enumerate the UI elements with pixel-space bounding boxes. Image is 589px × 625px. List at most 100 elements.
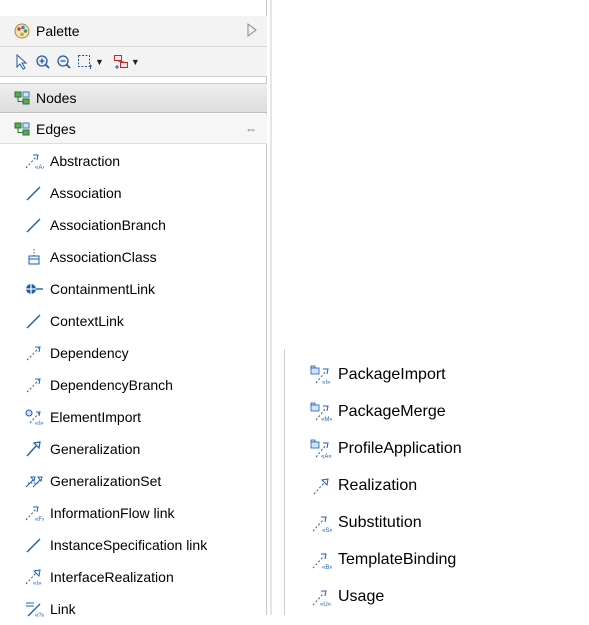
substitution-icon: «S»	[310, 513, 332, 533]
create-element-icon[interactable]	[113, 54, 129, 70]
palette-icon	[14, 23, 30, 39]
tool-label: ProfileApplication	[338, 439, 462, 457]
package-import-icon: «I»	[310, 365, 332, 385]
tool-label: InstanceSpecification link	[50, 537, 208, 553]
tool-label: Usage	[338, 587, 385, 605]
pin-icon[interactable]: ⇔	[245, 122, 257, 136]
tool-label: AssociationBranch	[50, 217, 166, 233]
svg-text:«?»: «?»	[35, 613, 44, 618]
svg-text:«A»: «A»	[321, 454, 332, 459]
palette-tool-containment-link[interactable]: ContainmentLink	[0, 273, 267, 305]
tool-label: TemplateBinding	[338, 550, 457, 568]
palette-tool-abstraction[interactable]: «A» Abstraction	[0, 145, 267, 177]
palette-header[interactable]: Palette	[0, 16, 267, 47]
palette-tool-information-flow-link[interactable]: «F» InformationFlow link	[0, 497, 267, 529]
svg-text:«I»: «I»	[322, 380, 331, 385]
svg-text:«B»: «B»	[322, 565, 332, 570]
tool-label: ContainmentLink	[50, 281, 156, 297]
interface-realization-icon: «I»	[24, 568, 44, 586]
palette-tool-association[interactable]: Association	[0, 177, 267, 209]
palette-tool-link[interactable]: «?» Link	[0, 593, 267, 625]
palette-tool-instance-specification-link[interactable]: InstanceSpecification link	[0, 529, 267, 561]
palette-panel: Palette ▼ ▼ Nodes Edges ⇔ «A Abstraction…	[0, 0, 267, 618]
association-branch-icon	[24, 216, 44, 234]
abstraction-icon: «A»	[24, 152, 44, 170]
chevron-down-icon[interactable]: ▼	[95, 57, 104, 67]
svg-text:«A»: «A»	[35, 165, 44, 170]
palette-tool-profile-application[interactable]: «A» ProfileApplication	[310, 430, 462, 467]
palette-tool-package-merge[interactable]: «M» PackageMerge	[310, 393, 462, 430]
drawer-edges[interactable]: Edges ⇔	[0, 114, 267, 144]
association-class-icon	[24, 248, 44, 266]
package-merge-icon: «M»	[310, 402, 332, 422]
palette-title: Palette	[36, 23, 80, 39]
folder-icon	[14, 90, 30, 106]
containment-link-icon	[24, 280, 44, 298]
drawer-edges-label: Edges	[36, 120, 76, 137]
svg-text:«I»: «I»	[35, 421, 44, 426]
svg-text:«U»: «U»	[320, 602, 332, 607]
template-binding-icon: «B»	[310, 550, 332, 570]
marquee-select-icon[interactable]	[77, 54, 93, 70]
element-import-icon: «I»	[24, 408, 44, 426]
tool-label: Abstraction	[50, 153, 121, 169]
chevron-down-icon[interactable]: ▼	[131, 57, 140, 67]
palette-tool-substitution[interactable]: «S» Substitution	[310, 504, 462, 541]
palette-tool-dependency[interactable]: Dependency	[0, 337, 267, 369]
tool-label: AssociationClass	[50, 249, 157, 265]
link-icon: «?»	[24, 600, 44, 618]
drawer-nodes[interactable]: Nodes	[0, 83, 267, 113]
palette-toolbar: ▼ ▼	[0, 47, 267, 77]
palette-tool-generalization-set[interactable]: GeneralizationSet	[0, 465, 267, 497]
palette-tool-generalization[interactable]: Generalization	[0, 433, 267, 465]
palette-tool-dependency-branch[interactable]: DependencyBranch	[0, 369, 267, 401]
information-flow-icon: «F»	[24, 504, 44, 522]
palette-tool-template-binding[interactable]: «B» TemplateBinding	[310, 541, 462, 578]
tool-label: DependencyBranch	[50, 377, 173, 393]
tool-label: PackageImport	[338, 365, 446, 383]
edge-tool-list: «A» Abstraction Association AssociationB…	[0, 145, 267, 625]
realization-icon	[310, 476, 332, 496]
dependency-icon	[24, 344, 44, 362]
collapse-triangle-icon[interactable]	[246, 22, 258, 38]
tool-label: Dependency	[50, 345, 129, 361]
zoom-out-icon[interactable]	[56, 54, 72, 70]
svg-text:«F»: «F»	[35, 517, 44, 522]
svg-text:«M»: «M»	[321, 417, 332, 422]
select-tool-icon[interactable]	[14, 53, 30, 70]
palette-tool-usage[interactable]: «U» Usage	[310, 578, 462, 615]
tool-label: Association	[50, 185, 122, 201]
overflow-separator	[284, 349, 285, 615]
tool-label: Substitution	[338, 513, 422, 531]
instance-specification-icon	[24, 536, 44, 554]
tool-label: ContextLink	[50, 313, 124, 329]
generalization-icon	[24, 440, 44, 458]
folder-icon	[14, 121, 30, 137]
generalization-set-icon	[24, 472, 44, 490]
palette-tool-context-link[interactable]: ContextLink	[0, 305, 267, 337]
palette-tool-element-import[interactable]: «I» ElementImport	[0, 401, 267, 433]
palette-tool-realization[interactable]: Realization	[310, 467, 462, 504]
dependency-branch-icon	[24, 376, 44, 394]
tool-label: GeneralizationSet	[50, 473, 162, 489]
palette-tool-package-import[interactable]: «I» PackageImport	[310, 356, 462, 393]
usage-icon: «U»	[310, 587, 332, 607]
palette-tool-interface-realization[interactable]: «I» InterfaceRealization	[0, 561, 267, 593]
tool-label: ElementImport	[50, 409, 142, 425]
tool-label: InformationFlow link	[50, 505, 175, 521]
profile-application-icon: «A»	[310, 439, 332, 459]
palette-border	[270, 0, 272, 615]
tool-label: InterfaceRealization	[50, 569, 174, 585]
svg-text:«I»: «I»	[33, 581, 42, 586]
zoom-in-icon[interactable]	[35, 54, 51, 70]
svg-text:«S»: «S»	[322, 528, 332, 533]
tool-label: PackageMerge	[338, 402, 446, 420]
context-link-icon	[24, 312, 44, 330]
palette-tool-association-class[interactable]: AssociationClass	[0, 241, 267, 273]
association-icon	[24, 184, 44, 202]
tool-label: Generalization	[50, 441, 141, 457]
drawer-nodes-label: Nodes	[36, 90, 77, 106]
palette-tool-association-branch[interactable]: AssociationBranch	[0, 209, 267, 241]
tool-label: Realization	[338, 476, 418, 494]
overflow-tool-list: «I» PackageImport «M» PackageMerge «A» P…	[310, 356, 462, 615]
